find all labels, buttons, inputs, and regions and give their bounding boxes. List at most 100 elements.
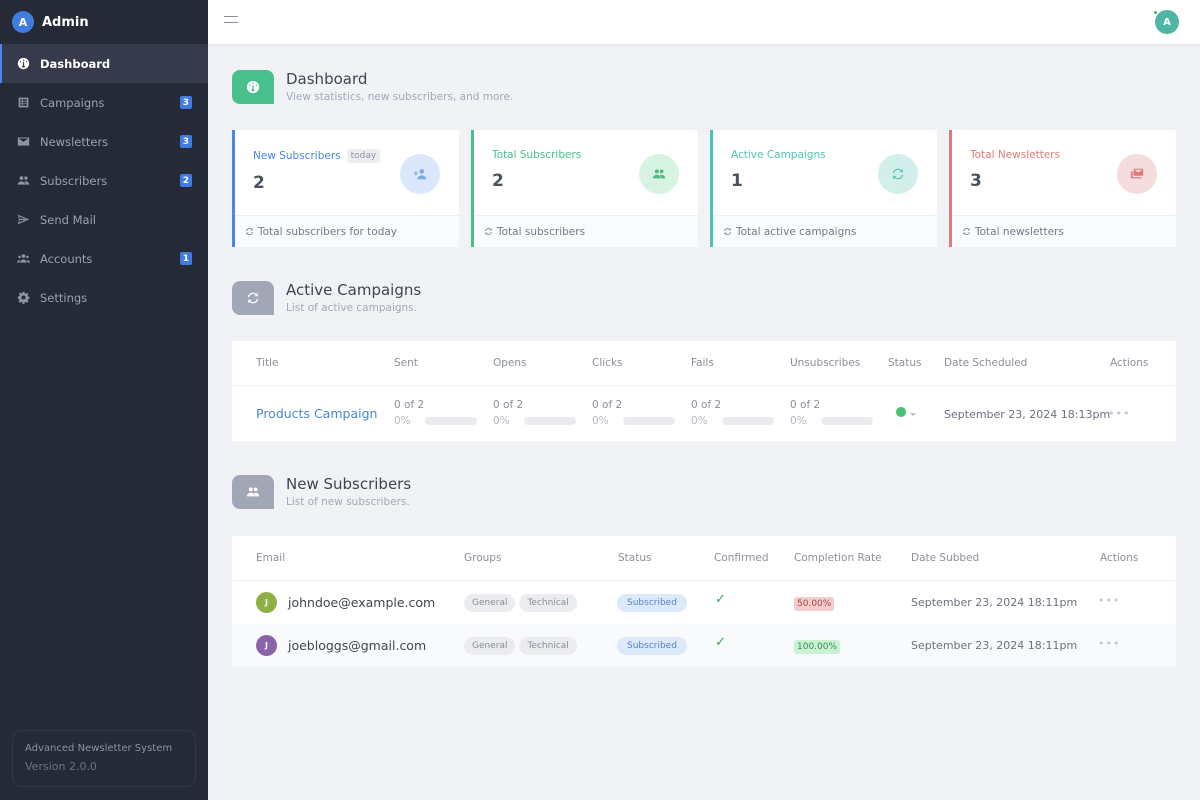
fails-metric: 0 of 2 0% [691,399,774,427]
column-header: Actions [1110,357,1149,369]
table-row: J joebloggs@gmail.com General Technical S… [232,624,1176,667]
column-header: Groups [464,552,502,564]
table-row: Products Campaign 0 of 2 0% 0 of 2 0% 0 … [232,386,1176,441]
section-title: Active Campaigns [286,281,422,299]
section-subtitle: List of active campaigns. [286,302,417,314]
sidebar-item-settings[interactable]: Settings [0,278,208,317]
date-scheduled: September 23, 2024 18:13pm [944,408,1111,421]
column-header: Unsubscribes [790,357,861,369]
new-subscribers-header: New Subscribers List of new subscribers. [232,475,411,509]
metric-percent: 0% [592,415,609,427]
page-subtitle: View statistics, new subscribers, and mo… [286,91,514,103]
sidebar-item-label: Accounts [40,251,93,266]
dashboard-icon [232,70,274,104]
user-avatar-letter: A [1163,16,1171,28]
sidebar-item-label: Newsletters [40,134,109,149]
stat-card-new-subscribers: New Subscribers today 2 Total subscriber… [232,130,459,247]
topbar: A [208,0,1200,44]
opens-metric: 0 of 2 0% [493,399,576,427]
metric-count: 0 of 2 [592,399,623,411]
column-header: Opens [493,357,527,369]
online-status-dot [1153,10,1158,15]
user-avatar[interactable]: A [1153,10,1179,34]
brand[interactable]: A Admin [0,0,208,44]
column-header: Completion Rate [794,552,882,564]
column-header: Fails [691,357,714,369]
progress-bar [424,417,477,425]
status-badge: Subscribed [617,637,687,655]
active-campaigns-header: Active Campaigns List of active campaign… [232,281,421,315]
progress-bar [523,417,576,425]
campaign-title-link[interactable]: Products Campaign [256,406,377,421]
sidebar-item-accounts[interactable]: Accounts 1 [0,239,208,278]
campaigns-table: Title Sent Opens Clicks Fails Unsubscrib… [232,341,1176,441]
sidebar-item-dashboard[interactable]: Dashboard [0,44,208,83]
stat-card-active-campaigns: Active Campaigns 1 Total active campaign… [710,130,937,247]
sidebar-item-campaigns[interactable]: Campaigns 3 [0,83,208,122]
status-dropdown[interactable] [896,407,916,420]
sidebar: A Admin Dashboard Campaigns 3 Newsletter… [0,0,208,800]
status-badge: Subscribed [617,594,687,612]
card-footer: Total active campaigns [713,215,937,247]
completion-rate-badge: 50.00% [794,597,835,611]
count-badge: 2 [179,174,192,187]
table-header: Email Groups Status Confirmed Completion… [232,536,1176,581]
refresh-icon [724,228,731,235]
metric-count: 0 of 2 [394,399,425,411]
menu-toggle-icon[interactable] [224,16,238,26]
group-chip: Technical [519,637,577,655]
sidebar-item-label: Dashboard [40,56,111,71]
sidebar-item-newsletters[interactable]: Newsletters 3 [0,122,208,161]
section-subtitle: List of new subscribers. [286,496,410,508]
subscriber-email[interactable]: joebloggs@gmail.com [288,638,426,653]
count-badge: 3 [179,96,192,109]
clicks-metric: 0 of 2 0% [592,399,675,427]
card-label: Total Newsletters [970,149,1061,161]
table-header: Title Sent Opens Clicks Fails Unsubscrib… [232,341,1176,386]
sync-icon [878,154,918,194]
subscribers-table: Email Groups Status Confirmed Completion… [232,536,1176,667]
more-actions-icon[interactable]: ••• [1098,594,1120,607]
today-tag: today [346,149,381,163]
metric-percent: 0% [394,415,411,427]
refresh-icon [485,228,492,235]
column-header: Clicks [592,357,623,369]
card-footer-text: Total newsletters [975,225,1064,238]
column-header: Confirmed [714,552,769,564]
metric-count: 0 of 2 [790,399,821,411]
column-header: Actions [1100,552,1139,564]
send-icon [16,213,30,227]
more-actions-icon[interactable]: ••• [1098,637,1120,650]
more-actions-icon[interactable]: ••• [1108,407,1130,420]
group-chip: General [464,594,516,612]
column-header: Sent [394,357,418,369]
count-badge: 1 [179,252,192,265]
sidebar-item-label: Send Mail [40,212,96,227]
subscriber-email[interactable]: johndoe@example.com [288,595,435,610]
completion-rate-badge: 100.00% [794,640,841,654]
subscriber-avatar: J [256,592,277,613]
sent-metric: 0 of 2 0% [394,399,477,427]
card-footer: Total subscribers [474,215,698,247]
brand-name: Admin [42,14,89,30]
system-name: Advanced Newsletter System [25,743,173,754]
sidebar-item-send-mail[interactable]: Send Mail [0,200,208,239]
users-icon [639,154,679,194]
card-footer-text: Total subscribers [497,225,586,238]
users-icon [16,174,30,188]
version-info: Advanced Newsletter System Version 2.0.0 [12,730,196,787]
sidebar-item-subscribers[interactable]: Subscribers 2 [0,161,208,200]
sidebar-nav: Dashboard Campaigns 3 Newsletters 3 Subs… [0,44,208,317]
progress-bar [721,417,774,425]
group-chips: General Technical [464,594,581,612]
metric-count: 0 of 2 [493,399,524,411]
group-chips: General Technical [464,637,581,655]
metric-percent: 0% [691,415,708,427]
metric-percent: 0% [790,415,807,427]
user-group-icon [16,252,30,266]
unsubscribes-metric: 0 of 2 0% [790,399,873,427]
dashboard-header: Dashboard View statistics, new subscribe… [232,70,513,104]
check-icon: ✓ [715,592,726,607]
version-number: Version 2.0.0 [25,760,97,773]
gear-icon [16,291,30,305]
